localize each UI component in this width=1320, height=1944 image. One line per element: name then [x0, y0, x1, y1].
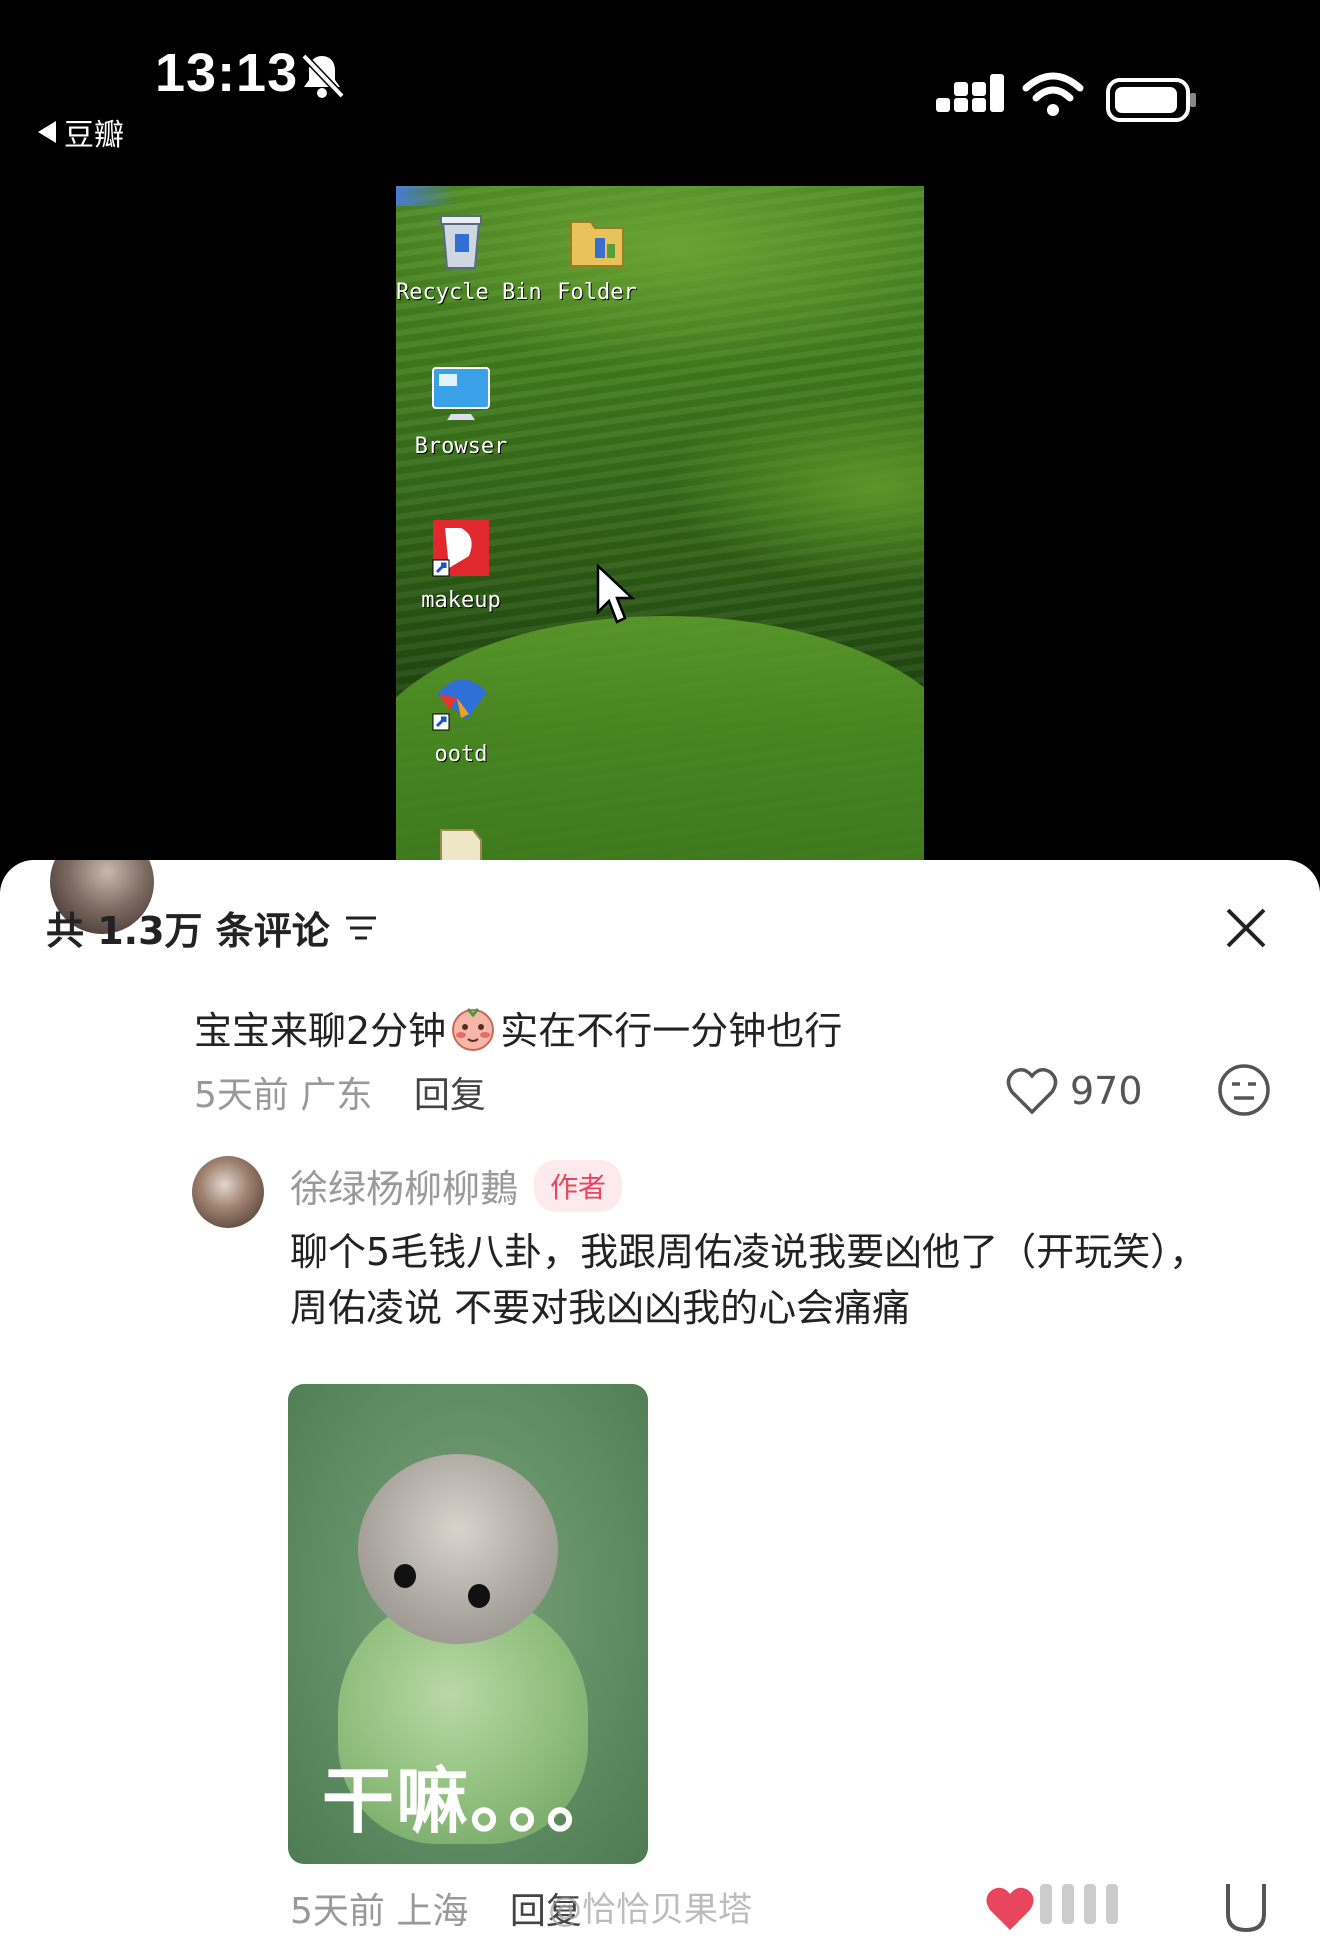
reply-username[interactable]: 徐绿杨柳柳鶈: [290, 1158, 518, 1213]
watermark: @恰恰贝果塔: [548, 1890, 752, 1930]
sort-filter-icon[interactable]: [344, 913, 378, 943]
sticker-image[interactable]: 干嘛。。。: [288, 1384, 648, 1864]
comment-time: 5天前: [194, 1075, 289, 1116]
makeup-app-icon: [432, 520, 489, 577]
sticker-caption: 干嘛。。。: [322, 1759, 621, 1843]
comment-text: 宝宝来聊2分钟 实在不行一分钟也行: [194, 1000, 842, 1055]
comments-count: 共 1.3万 条评论: [46, 909, 330, 953]
wifi-icon: [1022, 72, 1084, 116]
bell-muted-icon: [301, 53, 345, 99]
back-arrow-icon: [38, 121, 56, 143]
author-badge: 作者: [534, 1159, 623, 1212]
desktop-icon-label: Recycle Bin: [396, 280, 542, 305]
clock: 13:13: [155, 43, 299, 103]
shy-face-emoji-icon: [452, 1007, 495, 1051]
desktop-icon-label: ootd: [434, 742, 488, 767]
browser-icon: [432, 367, 490, 420]
heart-outline-icon: [1006, 1068, 1058, 1115]
mouse-cursor-icon: [596, 564, 636, 624]
status-bar: 13:13 豆瓣: [0, 0, 1320, 170]
desktop-icon-label: Folder: [557, 280, 637, 305]
reply-text: 聊个5毛钱八卦，我跟周佑凌说我要凶他了（开玩笑），周佑凌说 不要对我凶凶我的心会…: [290, 1230, 1208, 1330]
seal-head: [358, 1454, 558, 1644]
comment-text-before: 宝宝来聊2分钟: [194, 1009, 447, 1053]
back-to-app-button[interactable]: 豆瓣: [38, 110, 124, 154]
heart-filled-icon[interactable]: [984, 1884, 1036, 1934]
like-count: 970: [1070, 1069, 1143, 1113]
seal-eye: [394, 1564, 416, 1588]
comment-location: 广东: [300, 1075, 373, 1116]
like-button[interactable]: 970: [1006, 1066, 1143, 1116]
desktop-icon-makeup[interactable]: makeup: [396, 516, 526, 613]
comment-meta: 5天前 广东 回复: [194, 1066, 486, 1118]
folder-icon: [570, 221, 624, 267]
document-icon: [440, 829, 482, 860]
desktop-icon-ootd[interactable]: ootd: [396, 670, 526, 767]
avatar[interactable]: [192, 1156, 264, 1228]
desktop-icon-label: makeup: [421, 588, 501, 613]
reply-time: 5天前: [290, 1891, 385, 1932]
desktop-icon-label: Browser: [414, 434, 508, 459]
desktop-icon-partial[interactable]: [396, 824, 526, 860]
battery-icon: [1106, 78, 1196, 122]
video-player[interactable]: Recycle Bin Folder Browser makeup ootd: [396, 186, 924, 860]
desktop-icon-folder[interactable]: Folder: [532, 208, 662, 305]
comments-sheet: 共 1.3万 条评论 宝宝来聊2分钟 实在不行一分钟也行 5天前 广东 回复 9…: [0, 860, 1320, 1944]
reply-button[interactable]: 回复: [414, 1075, 486, 1116]
recycle-bin-icon: [440, 215, 482, 269]
partial-content-strip: [1040, 1884, 1118, 1924]
comments-count-header: 共 1.3万 条评论: [46, 900, 378, 955]
desktop-icon-browser[interactable]: Browser: [396, 362, 526, 459]
desktop-icon-recycle-bin[interactable]: Recycle Bin: [396, 208, 542, 305]
reply-author: 徐绿杨柳柳鶈 作者: [290, 1158, 623, 1213]
ootd-app-icon: [432, 679, 487, 731]
reply-location: 上海: [396, 1891, 469, 1932]
seal-eye: [468, 1584, 490, 1608]
reply-meta: 5天前 上海 回复: [290, 1882, 582, 1934]
close-icon[interactable]: [1222, 904, 1270, 952]
back-app-label: 豆瓣: [64, 118, 124, 153]
partial-face-icon[interactable]: [1222, 1880, 1270, 1934]
dislike-face-icon[interactable]: [1216, 1062, 1272, 1118]
comment-text-after: 实在不行一分钟也行: [500, 1009, 843, 1053]
